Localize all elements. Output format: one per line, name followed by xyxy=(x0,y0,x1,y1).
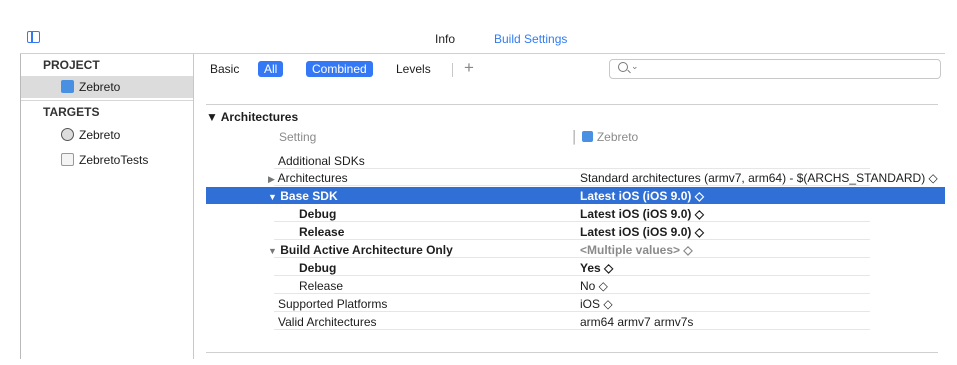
row-divider xyxy=(274,221,870,222)
section-title: Architectures xyxy=(220,110,299,124)
chevron-down-icon: ⌄ xyxy=(631,61,639,71)
settings-row[interactable]: ▶ Architectures Standard architectures (… xyxy=(206,169,945,186)
row-divider xyxy=(274,293,870,294)
disclosure-down-icon[interactable]: ▼ xyxy=(268,246,277,256)
test-bundle-icon xyxy=(61,153,74,166)
setting-name-label: Build Active Architecture Only xyxy=(280,243,453,257)
setting-name: Release xyxy=(299,225,345,239)
setting-value[interactable]: iOS ◇ xyxy=(580,297,613,311)
xcode-project-icon xyxy=(581,131,593,142)
editor-tab-bar: Info Build Settings xyxy=(20,23,945,54)
row-divider xyxy=(274,329,870,330)
filter-levels-button[interactable]: Levels xyxy=(390,61,437,77)
setting-name: Release xyxy=(299,279,344,293)
row-divider xyxy=(274,257,870,258)
setting-name: ▼ Base SDK xyxy=(268,189,338,203)
tab-build-settings[interactable]: Build Settings xyxy=(494,32,567,46)
divider xyxy=(206,352,938,353)
settings-row[interactable]: Valid Architectures arm64 armv7 armv7s xyxy=(206,313,945,330)
setting-name: ▶ Architectures xyxy=(268,171,348,185)
column-header-setting: Setting xyxy=(279,130,317,144)
setting-value[interactable]: Latest iOS (iOS 9.0) ◇ xyxy=(580,225,704,239)
project-name: Zebreto xyxy=(79,80,121,94)
disclosure-right-icon[interactable]: ▶ xyxy=(268,174,275,184)
target-name: ZebretoTests xyxy=(79,153,149,167)
setting-value[interactable]: Yes ◇ xyxy=(580,261,613,275)
sidebar-item-target-zebreto[interactable]: Zebreto xyxy=(21,124,193,146)
setting-name: Valid Architectures xyxy=(278,315,377,329)
search-field[interactable]: ⌄ xyxy=(609,59,941,79)
settings-row[interactable]: Release No ◇ xyxy=(206,277,945,294)
disclosure-down-icon[interactable]: ▼ xyxy=(268,192,277,202)
section-architectures[interactable]: ▼ Architectures xyxy=(206,110,298,124)
divider xyxy=(206,104,938,105)
setting-name-label: Architectures xyxy=(277,171,348,185)
row-divider xyxy=(274,239,870,240)
setting-name: Debug xyxy=(299,261,337,275)
setting-value[interactable]: Standard architectures (armv7, arm64) - … xyxy=(580,171,938,185)
setting-name: Additional SDKs xyxy=(278,154,365,168)
sidebar-item-target-tests[interactable]: ZebretoTests xyxy=(21,149,193,171)
setting-name: Supported Platforms xyxy=(278,297,388,311)
settings-filter-bar: Basic All Combined Levels + ⌄ xyxy=(194,54,945,84)
settings-row[interactable]: Debug Yes ◇ xyxy=(206,259,945,276)
filter-combined-button[interactable]: Combined xyxy=(306,61,373,77)
setting-name: ▼ Build Active Architecture Only xyxy=(268,243,453,257)
column-header-row: Setting │ Zebreto xyxy=(206,128,945,145)
settings-row[interactable]: Debug Latest iOS (iOS 9.0) ◇ xyxy=(206,205,945,222)
sidebar-item-project[interactable]: Zebreto xyxy=(21,76,193,98)
sidebar-toggle-icon[interactable] xyxy=(27,31,40,43)
project-navigator: PROJECT Zebreto TARGETS Zebreto ZebretoT… xyxy=(21,54,194,359)
row-divider xyxy=(274,311,870,312)
setting-name-label: Base SDK xyxy=(280,189,338,203)
settings-row[interactable]: ▼ Build Active Architecture Only <Multip… xyxy=(206,241,945,258)
targets-section-header: TARGETS xyxy=(43,105,100,119)
setting-value[interactable]: arm64 armv7 armv7s xyxy=(580,315,693,329)
row-divider xyxy=(274,275,870,276)
divider xyxy=(452,63,453,77)
divider xyxy=(21,100,193,101)
filter-basic-button[interactable]: Basic xyxy=(204,61,245,77)
settings-row[interactable]: Release Latest iOS (iOS 9.0) ◇ xyxy=(206,223,945,240)
setting-value[interactable]: No ◇ xyxy=(580,279,608,293)
filter-all-button[interactable]: All xyxy=(258,61,284,77)
setting-value[interactable]: <Multiple values> ◇ xyxy=(580,243,693,257)
setting-value[interactable]: Latest iOS (iOS 9.0) ◇ xyxy=(580,189,704,203)
target-name: Zebreto xyxy=(79,128,121,142)
search-icon xyxy=(618,62,628,72)
tab-info[interactable]: Info xyxy=(435,32,455,46)
target-header-label: Zebreto xyxy=(596,130,639,144)
project-section-header: PROJECT xyxy=(43,58,100,72)
settings-row[interactable]: Supported Platforms iOS ◇ xyxy=(206,295,945,312)
column-header-target: │ Zebreto xyxy=(571,130,639,144)
setting-value[interactable]: Latest iOS (iOS 9.0) ◇ xyxy=(580,207,704,221)
row-divider xyxy=(274,185,870,186)
settings-row[interactable]: Additional SDKs xyxy=(206,152,945,169)
xcode-project-icon xyxy=(61,80,74,93)
app-target-icon xyxy=(61,128,74,141)
add-setting-button[interactable]: + xyxy=(464,58,474,78)
settings-row-selected[interactable]: ▼ Base SDK Latest iOS (iOS 9.0) ◇ xyxy=(206,187,945,204)
setting-name: Debug xyxy=(299,207,337,221)
